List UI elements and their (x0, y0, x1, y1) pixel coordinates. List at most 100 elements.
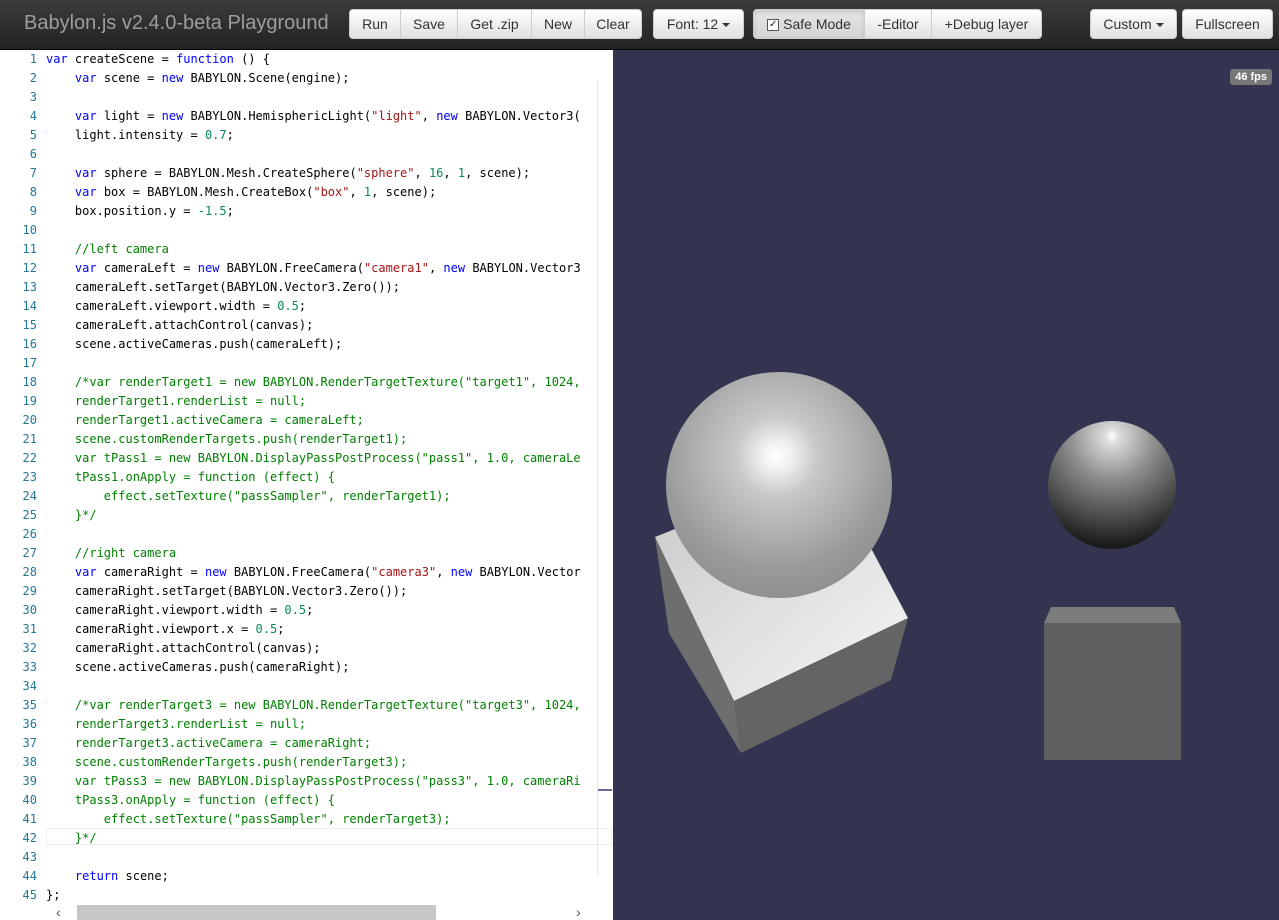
code-text[interactable]: var scene = new BABYLON.Scene(engine); (46, 69, 350, 88)
code-text[interactable]: var light = new BABYLON.HemisphericLight… (46, 107, 581, 126)
code-line[interactable]: 37 renderTarget3.activeCamera = cameraRi… (0, 734, 613, 753)
code-line[interactable]: 2 var scene = new BABYLON.Scene(engine); (0, 69, 613, 88)
code-text[interactable]: renderTarget1.renderList = null; (46, 392, 306, 411)
code-line[interactable]: 32 cameraRight.attachControl(canvas); (0, 639, 613, 658)
code-text[interactable]: /*var renderTarget3 = new BABYLON.Render… (46, 696, 581, 715)
code-text[interactable]: var createScene = function () { (46, 50, 270, 69)
code-text[interactable]: //right camera (46, 544, 176, 563)
code-line[interactable]: 24 effect.setTexture("passSampler", rend… (0, 487, 613, 506)
code-text[interactable]: }*/ (46, 506, 97, 525)
font-size-dropdown[interactable]: Font: 12 (653, 9, 744, 39)
render-canvas[interactable]: 46 fps (613, 50, 1279, 920)
code-line[interactable]: 41 effect.setTexture("passSampler", rend… (0, 810, 613, 829)
code-text[interactable]: var cameraLeft = new BABYLON.FreeCamera(… (46, 259, 581, 278)
code-line[interactable]: 30 cameraRight.viewport.width = 0.5; (0, 601, 613, 620)
code-text[interactable]: cameraRight.setTarget(BABYLON.Vector3.Ze… (46, 582, 407, 601)
code-line[interactable]: 20 renderTarget1.activeCamera = cameraLe… (0, 411, 613, 430)
code-line[interactable]: 5 light.intensity = 0.7; (0, 126, 613, 145)
new-button[interactable]: New (532, 9, 585, 39)
code-text[interactable]: }; (46, 886, 60, 905)
code-line[interactable]: 14 cameraLeft.viewport.width = 0.5; (0, 297, 613, 316)
code-text[interactable]: cameraRight.viewport.x = 0.5; (46, 620, 285, 639)
scroll-left-icon[interactable]: ‹ (56, 905, 61, 919)
code-line[interactable]: 29 cameraRight.setTarget(BABYLON.Vector3… (0, 582, 613, 601)
code-line[interactable]: 7 var sphere = BABYLON.Mesh.CreateSphere… (0, 164, 613, 183)
code-line[interactable]: 16 scene.activeCameras.push(cameraLeft); (0, 335, 613, 354)
code-text[interactable]: return scene; (46, 867, 169, 886)
code-text[interactable]: effect.setTexture("passSampler", renderT… (46, 810, 451, 829)
code-line[interactable]: 6 (0, 145, 613, 164)
code-line[interactable]: 8 var box = BABYLON.Mesh.CreateBox("box"… (0, 183, 613, 202)
code-line[interactable]: 38 scene.customRenderTargets.push(render… (0, 753, 613, 772)
code-line[interactable]: 44 return scene; (0, 867, 613, 886)
code-text[interactable]: /*var renderTarget1 = new BABYLON.Render… (46, 373, 581, 392)
code-text[interactable]: var cameraRight = new BABYLON.FreeCamera… (46, 563, 581, 582)
code-line[interactable]: 12 var cameraLeft = new BABYLON.FreeCame… (0, 259, 613, 278)
code-text[interactable]: box.position.y = -1.5; (46, 202, 234, 221)
code-line[interactable]: 13 cameraLeft.setTarget(BABYLON.Vector3.… (0, 278, 613, 297)
code-line[interactable]: 27 //right camera (0, 544, 613, 563)
code-text[interactable]: light.intensity = 0.7; (46, 126, 234, 145)
code-line[interactable]: 36 renderTarget3.renderList = null; (0, 715, 613, 734)
code-text[interactable]: cameraRight.viewport.width = 0.5; (46, 601, 313, 620)
code-line[interactable]: 45}; (0, 886, 613, 905)
code-text[interactable]: var sphere = BABYLON.Mesh.CreateSphere("… (46, 164, 530, 183)
code-text[interactable]: scene.activeCameras.push(cameraRight); (46, 658, 350, 677)
code-text[interactable]: scene.customRenderTargets.push(renderTar… (46, 430, 407, 449)
code-line[interactable]: 18 /*var renderTarget1 = new BABYLON.Ren… (0, 373, 613, 392)
code-line[interactable]: 25 }*/ (0, 506, 613, 525)
code-line[interactable]: 21 scene.customRenderTargets.push(render… (0, 430, 613, 449)
checkbox-checked-icon[interactable]: ✓ (767, 19, 780, 32)
code-text[interactable]: renderTarget3.activeCamera = cameraRight… (46, 734, 371, 753)
code-line[interactable]: 33 scene.activeCameras.push(cameraRight)… (0, 658, 613, 677)
code-text[interactable]: cameraLeft.setTarget(BABYLON.Vector3.Zer… (46, 278, 400, 297)
code-text[interactable]: scene.customRenderTargets.push(renderTar… (46, 753, 407, 772)
code-line[interactable]: 4 var light = new BABYLON.HemisphericLig… (0, 107, 613, 126)
code-text[interactable]: var tPass3 = new BABYLON.DisplayPassPost… (46, 772, 581, 791)
code-text[interactable]: cameraLeft.attachControl(canvas); (46, 316, 313, 335)
safe-mode-toggle[interactable]: ✓ Safe Mode (753, 9, 865, 39)
code-line[interactable]: 28 var cameraRight = new BABYLON.FreeCam… (0, 563, 613, 582)
code-line[interactable]: 23 tPass1.onApply = function (effect) { (0, 468, 613, 487)
code-line[interactable]: 26 (0, 525, 613, 544)
code-line[interactable]: 1 var createScene = function () { (0, 50, 613, 69)
code-text[interactable]: tPass3.onApply = function (effect) { (46, 791, 335, 810)
fullscreen-button[interactable]: Fullscreen (1182, 9, 1273, 39)
code-line[interactable]: 15 cameraLeft.attachControl(canvas); (0, 316, 613, 335)
custom-dropdown[interactable]: Custom (1090, 9, 1177, 39)
code-text[interactable]: cameraLeft.viewport.width = 0.5; (46, 297, 306, 316)
code-line[interactable]: 31 cameraRight.viewport.x = 0.5; (0, 620, 613, 639)
code-line[interactable]: 34 (0, 677, 613, 696)
code-line[interactable]: 9 box.position.y = -1.5; (0, 202, 613, 221)
toggle-editor-button[interactable]: -Editor (865, 9, 932, 39)
code-text[interactable]: //left camera (46, 240, 169, 259)
code-line[interactable]: 35 /*var renderTarget3 = new BABYLON.Ren… (0, 696, 613, 715)
code-text[interactable]: renderTarget1.activeCamera = cameraLeft; (46, 411, 364, 430)
code-text[interactable]: renderTarget3.renderList = null; (46, 715, 306, 734)
code-text[interactable]: effect.setTexture("passSampler", renderT… (46, 487, 451, 506)
code-line[interactable]: 17 (0, 354, 613, 373)
horizontal-scrollbar[interactable]: ‹ › (46, 905, 601, 920)
code-line[interactable]: 10 (0, 221, 613, 240)
code-text[interactable]: var box = BABYLON.Mesh.CreateBox("box", … (46, 183, 436, 202)
code-text[interactable]: scene.activeCameras.push(cameraLeft); (46, 335, 342, 354)
code-text[interactable]: cameraRight.attachControl(canvas); (46, 639, 321, 658)
scrollbar-thumb[interactable] (77, 905, 436, 920)
code-text[interactable]: var tPass1 = new BABYLON.DisplayPassPost… (46, 449, 581, 468)
save-button[interactable]: Save (401, 9, 458, 39)
get-zip-button[interactable]: Get .zip (458, 9, 532, 39)
code-line[interactable]: 3 (0, 88, 613, 107)
code-line[interactable]: 39 var tPass3 = new BABYLON.DisplayPassP… (0, 772, 613, 791)
code-line[interactable]: 19 renderTarget1.renderList = null; (0, 392, 613, 411)
scroll-right-icon[interactable]: › (576, 905, 581, 919)
code-text[interactable]: tPass1.onApply = function (effect) { (46, 468, 335, 487)
code-line[interactable]: 22 var tPass1 = new BABYLON.DisplayPassP… (0, 449, 613, 468)
code-line[interactable]: 43 (0, 848, 613, 867)
code-editor[interactable]: 1 var createScene = function () {2 var sc… (0, 50, 613, 920)
code-text[interactable]: }*/ (46, 829, 97, 848)
code-line[interactable]: 11 //left camera (0, 240, 613, 259)
code-line[interactable]: 40 tPass3.onApply = function (effect) { (0, 791, 613, 810)
code-line[interactable]: 42 }*/ (0, 829, 613, 848)
debug-layer-button[interactable]: +Debug layer (932, 9, 1042, 39)
clear-button[interactable]: Clear (585, 9, 642, 39)
